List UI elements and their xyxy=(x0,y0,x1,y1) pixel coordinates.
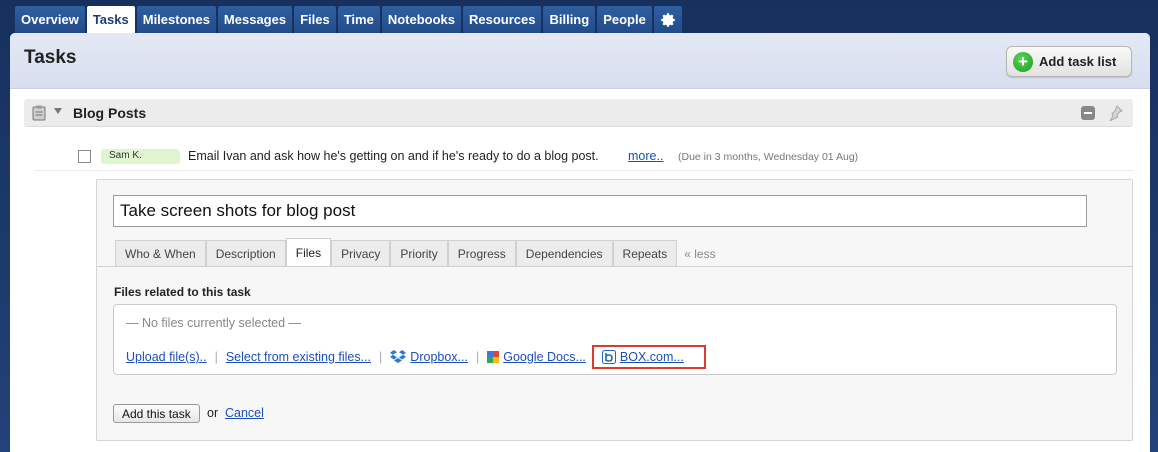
tab-dependencies[interactable]: Dependencies xyxy=(515,240,613,267)
task-list-title: Blog Posts xyxy=(73,105,147,121)
upload-files-link[interactable]: Upload file(s).. xyxy=(126,350,207,364)
box-link-label: BOX.com... xyxy=(619,350,684,364)
assignee-badge: Sam K. xyxy=(101,149,180,164)
files-section-title: Files related to this task xyxy=(114,285,251,299)
tab-who-when[interactable]: Who & When xyxy=(115,240,206,267)
less-link[interactable]: « less xyxy=(677,240,722,267)
tabs-divider xyxy=(97,266,1132,267)
google-icon xyxy=(487,351,500,363)
tab-progress[interactable]: Progress xyxy=(447,240,516,267)
collapse-icon[interactable] xyxy=(1081,106,1095,120)
separator: | xyxy=(214,350,218,364)
page-header: Tasks + Add task list xyxy=(10,33,1150,89)
google-docs-link[interactable]: Google Docs... xyxy=(487,350,586,364)
top-nav: Overview Tasks Milestones Messages Files… xyxy=(15,6,684,33)
tab-overview[interactable]: Overview xyxy=(15,6,85,33)
dropbox-link[interactable]: Dropbox... xyxy=(390,350,468,364)
plus-icon: + xyxy=(1013,51,1033,72)
box-icon xyxy=(601,350,616,364)
task-checkbox[interactable] xyxy=(78,150,91,163)
chevron-down-icon[interactable] xyxy=(54,108,62,114)
tab-files[interactable]: Files xyxy=(294,6,336,33)
tab-privacy[interactable]: Privacy xyxy=(331,240,391,267)
tab-repeats[interactable]: Repeats xyxy=(612,240,678,267)
form-tabs: Who & When Description Files Privacy Pri… xyxy=(115,238,723,267)
separator: | xyxy=(475,350,480,364)
tab-files-active[interactable]: Files xyxy=(285,238,332,267)
files-box: — No files currently selected — Upload f… xyxy=(113,304,1117,375)
pin-icon[interactable] xyxy=(1109,105,1123,121)
select-existing-files-link[interactable]: Select from existing files... xyxy=(226,350,371,364)
tab-billing[interactable]: Billing xyxy=(543,6,596,33)
google-docs-link-label: Google Docs... xyxy=(503,350,586,364)
main-panel: Tasks + Add task list Blog Posts Sam K. … xyxy=(10,33,1150,452)
add-this-task-button[interactable]: Add this task xyxy=(113,404,200,423)
separator: | xyxy=(379,350,383,364)
more-link[interactable]: more.. xyxy=(628,149,663,163)
cancel-link[interactable]: Cancel xyxy=(225,406,264,420)
task-text: Email Ivan and ask how he's getting on a… xyxy=(188,149,599,163)
add-task-list-button[interactable]: + Add task list xyxy=(1006,46,1132,77)
task-title-input[interactable] xyxy=(113,195,1087,227)
tab-description[interactable]: Description xyxy=(205,240,286,267)
task-row: Sam K. Email Ivan and ask how he's getti… xyxy=(34,139,1134,171)
tab-milestones[interactable]: Milestones xyxy=(136,6,216,33)
tab-tasks[interactable]: Tasks xyxy=(86,6,135,33)
box-link-highlight: BOX.com... xyxy=(591,345,706,369)
tab-priority[interactable]: Priority xyxy=(390,240,448,267)
settings-tab[interactable] xyxy=(653,6,682,33)
tab-notebooks[interactable]: Notebooks xyxy=(381,6,461,33)
box-link[interactable]: BOX.com... xyxy=(601,350,684,364)
clipboard-icon xyxy=(32,105,46,121)
or-text: or xyxy=(207,406,219,420)
page-title: Tasks xyxy=(24,47,77,68)
no-files-text: — No files currently selected — xyxy=(126,316,302,330)
tab-resources[interactable]: Resources xyxy=(462,6,542,33)
file-source-links: Upload file(s).. | Select from existing … xyxy=(126,345,706,369)
add-task-form: Who & When Description Files Privacy Pri… xyxy=(96,179,1133,441)
dropbox-link-label: Dropbox... xyxy=(410,350,468,364)
tab-messages[interactable]: Messages xyxy=(217,6,293,33)
due-date: (Due in 3 months, Wednesday 01 Aug) xyxy=(678,151,859,163)
add-task-list-label: Add task list xyxy=(1039,54,1117,69)
tab-people[interactable]: People xyxy=(597,6,652,33)
tab-time[interactable]: Time xyxy=(337,6,380,33)
task-list-header: Blog Posts xyxy=(24,99,1133,127)
gear-icon xyxy=(661,12,675,27)
dropbox-icon xyxy=(390,350,407,363)
